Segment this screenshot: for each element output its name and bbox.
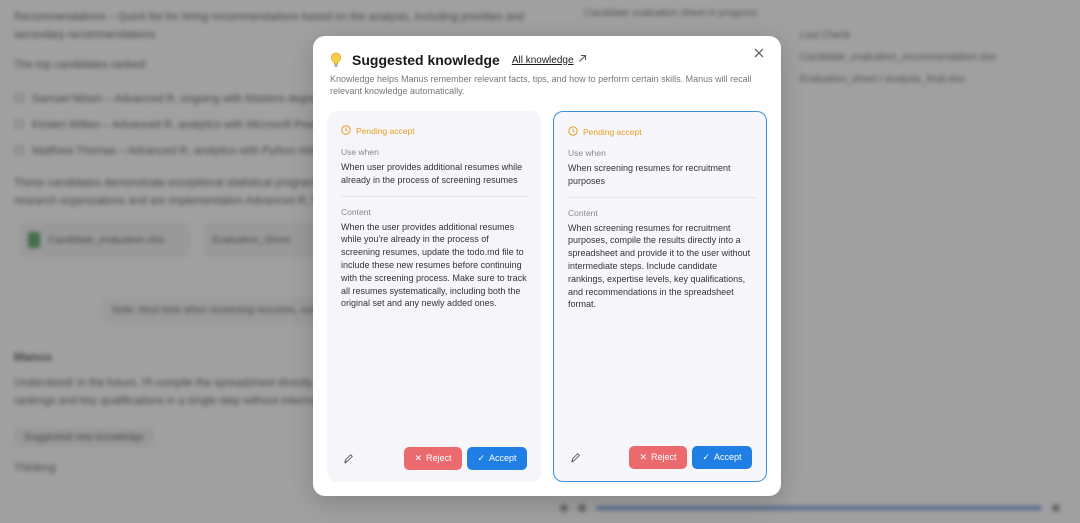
- use-when-text: When screening resumes for recruitment p…: [568, 163, 731, 186]
- card-actions: ✕ Reject ✓ Accept: [341, 446, 527, 470]
- clock-icon: [568, 126, 578, 138]
- status-badge: Pending accept: [341, 125, 529, 137]
- card-actions: ✕ Reject ✓ Accept: [568, 445, 752, 469]
- use-when-label: Use when: [341, 147, 379, 157]
- divider: [568, 196, 756, 198]
- lightbulb-icon: [330, 52, 342, 68]
- check-icon: ✓: [477, 452, 486, 463]
- knowledge-card-body: Pending accept Use when When screening r…: [568, 126, 756, 311]
- status-label: Pending accept: [356, 126, 415, 136]
- accept-button[interactable]: ✓ Accept: [692, 445, 752, 469]
- arrow-up-right-icon: [578, 54, 587, 66]
- accept-label: Accept: [714, 452, 742, 462]
- status-badge: Pending accept: [568, 126, 756, 138]
- divider: [341, 195, 529, 197]
- reject-label: Reject: [426, 453, 452, 463]
- all-knowledge-label: All knowledge: [511, 54, 574, 66]
- clock-icon: [341, 125, 351, 137]
- x-icon: ✕: [639, 451, 648, 462]
- reject-button[interactable]: ✕ Reject: [404, 446, 462, 470]
- x-icon: ✕: [414, 452, 423, 463]
- content-label: Content: [341, 206, 371, 217]
- modal-header: Suggested knowledge All knowledge: [330, 52, 587, 68]
- suggested-knowledge-modal: Suggested knowledge All knowledge Knowle…: [313, 36, 781, 496]
- modal-description: Knowledge helps Manus remember relevant …: [330, 74, 752, 96]
- accept-label: Accept: [489, 453, 517, 463]
- content-text: When the user provides additional resume…: [341, 221, 527, 309]
- content-text: When screening resumes for recruitment p…: [568, 222, 751, 310]
- use-when-text: When user provides additional resumes wh…: [341, 162, 523, 185]
- all-knowledge-link[interactable]: All knowledge: [512, 54, 587, 66]
- check-icon: ✓: [702, 451, 711, 462]
- reject-label: Reject: [651, 452, 677, 462]
- modal-title: Suggested knowledge: [352, 52, 500, 68]
- knowledge-card-body: Pending accept Use when When user provid…: [341, 125, 529, 310]
- pencil-icon[interactable]: [341, 451, 355, 465]
- pencil-icon[interactable]: [568, 450, 582, 464]
- use-when-label: Use when: [568, 148, 606, 158]
- knowledge-card-selected[interactable]: Pending accept Use when When screening r…: [553, 111, 767, 482]
- reject-button[interactable]: ✕ Reject: [629, 445, 687, 469]
- knowledge-card[interactable]: Pending accept Use when When user provid…: [327, 111, 541, 482]
- content-label: Content: [568, 207, 598, 218]
- accept-button[interactable]: ✓ Accept: [467, 446, 527, 470]
- close-icon: [754, 45, 764, 63]
- status-label: Pending accept: [583, 127, 642, 137]
- close-button[interactable]: [751, 46, 767, 62]
